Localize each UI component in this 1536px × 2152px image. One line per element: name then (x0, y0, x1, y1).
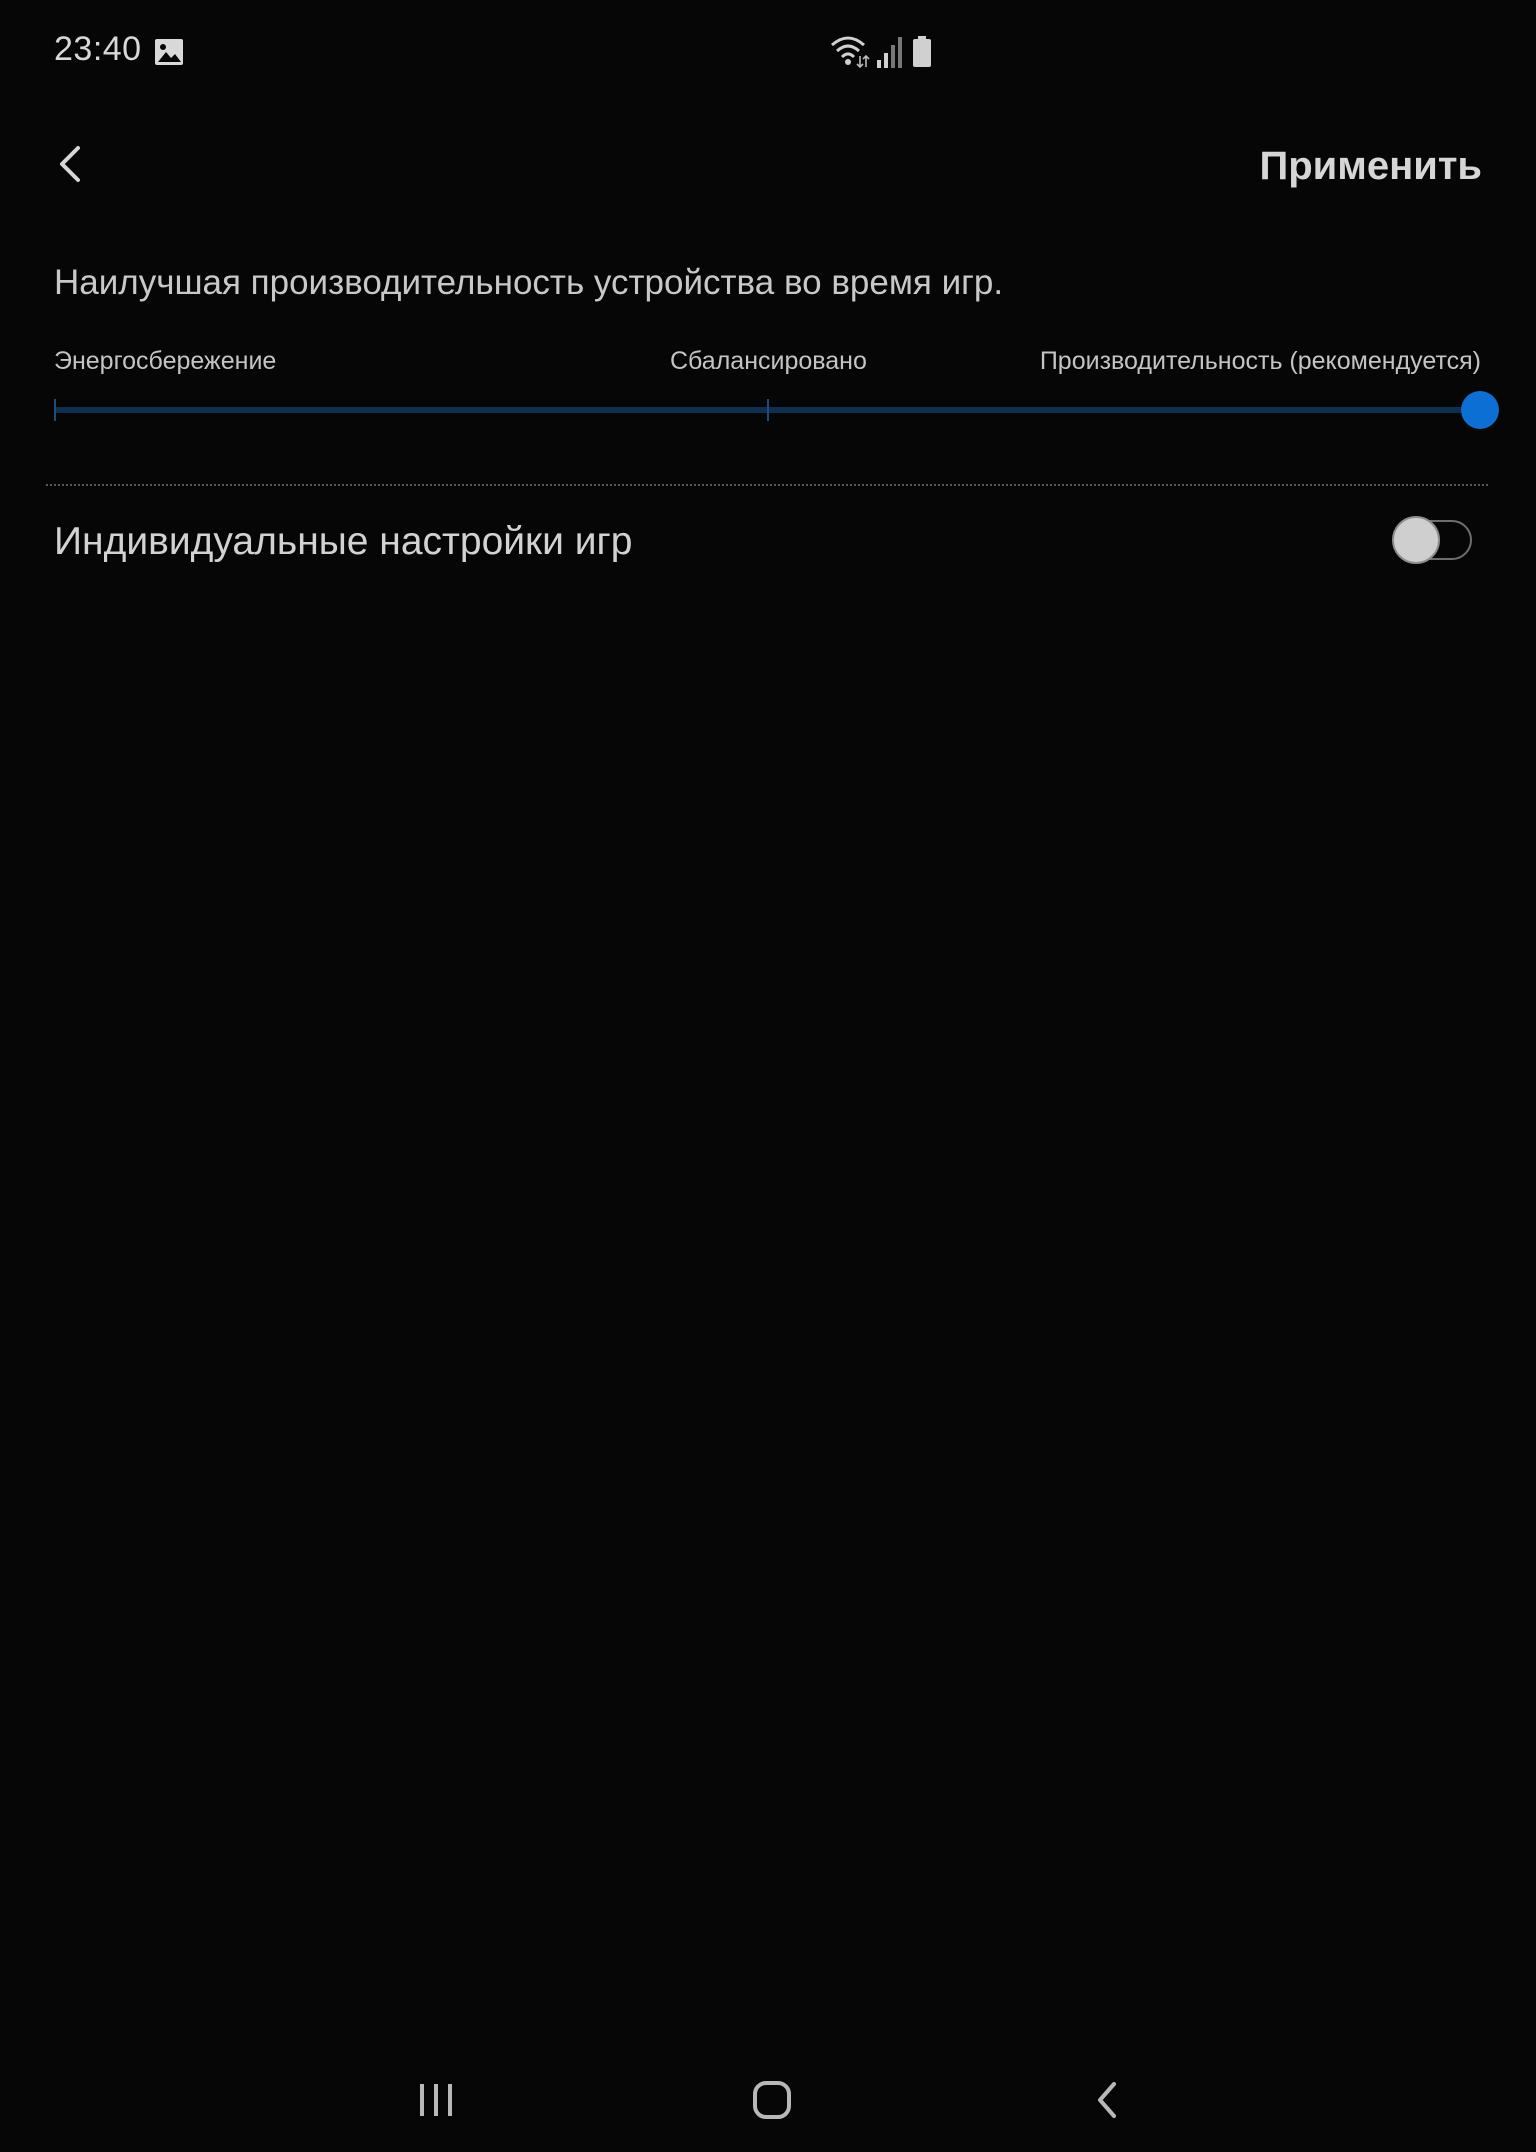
level-label-performance: Производительность (рекомендуется) (1039, 347, 1481, 375)
individual-game-settings-row[interactable]: Индивидуальные настройки игр (0, 500, 1536, 588)
toggle-knob (1392, 516, 1440, 564)
performance-description: Наилучшая производительность устройства … (54, 263, 1004, 302)
slider-thumb[interactable] (1461, 391, 1499, 429)
wifi-icon (831, 36, 870, 68)
slider-tick (54, 399, 56, 421)
game-performance-screen: 23:40 Применить Наилучшая производительн… (0, 0, 1536, 2152)
slider-tick (767, 399, 769, 421)
gallery-icon (155, 39, 183, 65)
divider (46, 484, 1488, 486)
back-button[interactable] (44, 136, 100, 192)
battery-icon (913, 36, 931, 67)
home-icon[interactable] (740, 2068, 804, 2132)
performance-slider[interactable] (54, 390, 1499, 430)
status-bar: 23:40 (0, 0, 1536, 104)
status-time: 23:40 (54, 30, 142, 68)
individual-game-settings-toggle[interactable] (1392, 516, 1474, 564)
level-label-power-saving: Энергосбережение (54, 347, 277, 375)
individual-game-settings-label: Индивидуальные настройки игр (54, 520, 633, 563)
navigation-bar (0, 2060, 1536, 2140)
apply-button[interactable]: Применить (1259, 144, 1482, 189)
signal-icon (877, 37, 902, 68)
level-label-balanced: Сбалансировано (670, 347, 867, 375)
back-icon[interactable] (1076, 2068, 1140, 2132)
recents-icon[interactable] (404, 2068, 468, 2132)
